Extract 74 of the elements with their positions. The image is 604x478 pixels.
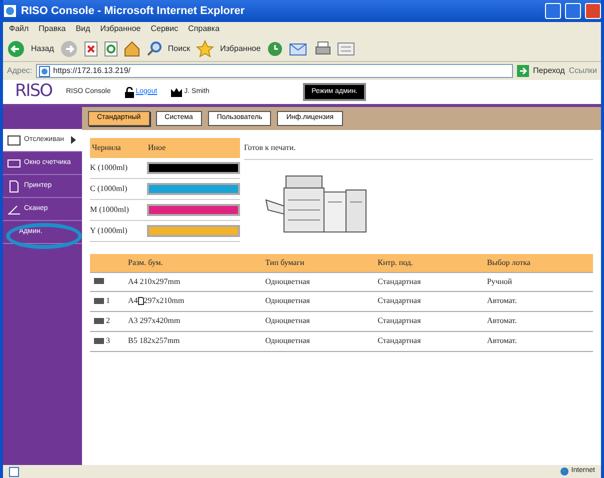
menu-item[interactable]: Вид xyxy=(76,23,90,35)
column-header: Кнтр. под. xyxy=(374,254,483,272)
table-cell: Автомат. xyxy=(482,311,593,331)
table-cell: Одноцветная xyxy=(261,272,374,291)
table-cell: Одноцветная xyxy=(261,291,374,311)
menu-item[interactable]: Справка xyxy=(188,23,220,35)
arrow-icon xyxy=(71,136,76,144)
column-header: Разм. бум. xyxy=(124,254,262,272)
menu-icon xyxy=(7,180,21,192)
table-cell: Автомат. xyxy=(482,291,593,311)
tray-icon xyxy=(94,278,104,284)
menu-icon xyxy=(7,202,21,216)
ink-name: M (1000ml) xyxy=(90,204,130,216)
menu-item[interactable]: Избранное xyxy=(100,23,141,35)
history-icon[interactable] xyxy=(266,40,283,56)
favorites-label[interactable]: Избранное xyxy=(220,42,261,54)
home-icon[interactable] xyxy=(124,40,140,56)
menu-item[interactable]: Файл xyxy=(9,23,29,35)
globe-icon xyxy=(560,467,570,476)
minimize-button[interactable] xyxy=(545,3,561,19)
tray-number: 2 xyxy=(106,314,110,326)
go-icon[interactable] xyxy=(517,65,530,77)
printer-icon[interactable] xyxy=(314,40,331,56)
lock-icon xyxy=(124,86,134,98)
table-cell: A3 297x420mm xyxy=(124,311,262,331)
menu-item[interactable]: Правка xyxy=(38,23,66,35)
menu-item[interactable]: Сервис xyxy=(150,23,178,35)
search-icon[interactable] xyxy=(146,40,162,56)
column-header: Выбор лотка xyxy=(482,254,593,272)
table-cell: Стандартная xyxy=(374,291,483,311)
tray-icon xyxy=(94,338,104,344)
back-icon[interactable] xyxy=(7,40,25,58)
page-icon xyxy=(39,66,50,76)
table-cell: Стандартная xyxy=(374,272,483,291)
printer-status: Готов к печати. xyxy=(244,138,593,160)
table-cell: Одноцветная xyxy=(261,311,374,331)
address-field[interactable]: https://172.16.13.219/ xyxy=(36,64,514,78)
maximize-button[interactable] xyxy=(565,3,581,19)
table-cell: Автомат. xyxy=(482,331,593,351)
tray-icon xyxy=(94,318,104,324)
table-cell: Стандартная xyxy=(374,331,483,351)
address-label: Адрес: xyxy=(7,65,32,77)
riso-logo: RISO xyxy=(15,80,52,104)
ink-name: Y (1000ml) xyxy=(90,224,128,236)
table-cell: Одноцветная xyxy=(261,331,374,351)
menu-icon xyxy=(7,134,21,146)
window-title: RISO Console - Microsoft Internet Explorer xyxy=(21,4,245,19)
column-header: Тип бумаги xyxy=(261,254,374,272)
tray-icon xyxy=(94,298,104,304)
tray-number: 3 xyxy=(106,334,110,346)
go-button[interactable]: Переход xyxy=(533,65,565,77)
edit-icon[interactable] xyxy=(336,42,355,56)
column-header: Чернила xyxy=(91,142,122,154)
ink-name: C (1000ml) xyxy=(90,182,128,194)
back-label[interactable]: Назад xyxy=(31,42,54,54)
star-icon[interactable] xyxy=(196,40,214,58)
table-cell: Стандартная xyxy=(374,311,483,331)
page-icon xyxy=(9,466,19,476)
search-label[interactable]: Поиск xyxy=(168,42,190,54)
stop-icon[interactable] xyxy=(84,40,98,56)
table-cell: Ручной xyxy=(482,272,593,291)
close-button[interactable] xyxy=(585,3,601,19)
table-cell: B5 182x257mm xyxy=(124,331,262,351)
links-label[interactable]: Ссылки xyxy=(568,65,597,77)
table-cell: A4 210x297mm xyxy=(124,272,262,291)
crown-icon xyxy=(171,88,182,96)
menu-icon xyxy=(7,156,21,170)
ie-page-icon xyxy=(3,4,17,18)
refresh-icon[interactable] xyxy=(104,40,118,56)
column-header: Иное xyxy=(147,142,166,154)
tray-number: 1 xyxy=(106,294,110,306)
mail-icon[interactable] xyxy=(288,40,309,56)
table-cell: A4 297x210mm xyxy=(124,291,262,311)
ink-name: K (1000ml) xyxy=(90,162,129,174)
